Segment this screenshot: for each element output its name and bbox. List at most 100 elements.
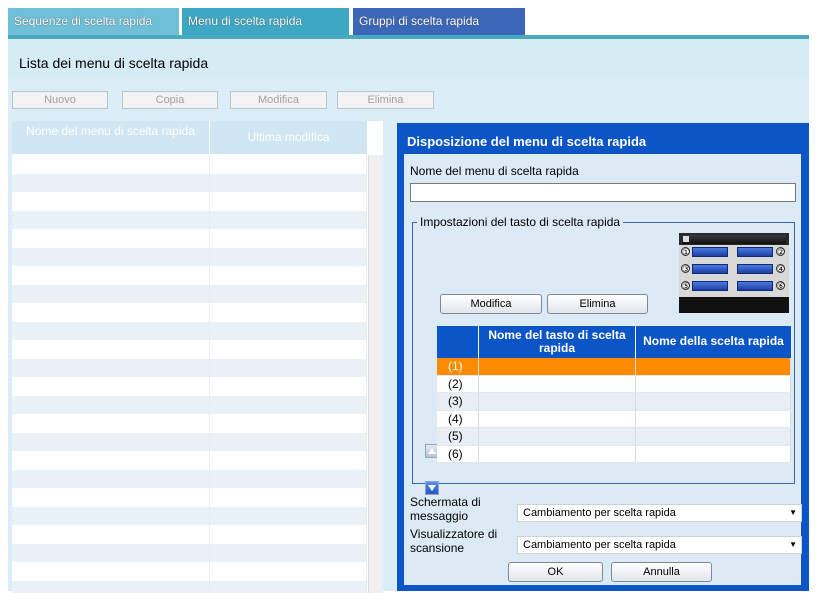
message-screen-select[interactable]: Cambiamento per scelta rapida ▼ bbox=[517, 504, 802, 522]
row-key-name bbox=[479, 428, 636, 445]
list-cell-modified bbox=[210, 229, 367, 248]
list-item[interactable] bbox=[12, 543, 367, 562]
list-cell-modified bbox=[210, 377, 367, 396]
header-spacer bbox=[368, 121, 383, 154]
list-item[interactable] bbox=[12, 469, 367, 488]
list-cell-modified bbox=[210, 210, 367, 229]
cancel-button[interactable]: Annulla bbox=[611, 562, 712, 582]
list-item[interactable] bbox=[12, 506, 367, 525]
delete-button[interactable]: Elimina bbox=[337, 91, 434, 109]
list-item[interactable] bbox=[12, 340, 367, 359]
list-cell-modified bbox=[210, 192, 367, 211]
list-item[interactable] bbox=[12, 432, 367, 451]
message-screen-value: Cambiamento per scelta rapida bbox=[523, 507, 676, 519]
list-cell-name bbox=[12, 229, 210, 248]
scan-viewer-value: Cambiamento per scelta rapida bbox=[523, 539, 676, 551]
list-cell-name bbox=[12, 525, 210, 544]
edit-button[interactable]: Modifica bbox=[230, 91, 327, 109]
menu-list: Nome del menu di scelta rapida Ultima mo… bbox=[12, 121, 383, 593]
column-header-last-modified[interactable]: Ultima modifica bbox=[210, 121, 367, 154]
column-header-shortcut-name[interactable]: Nome della scelta rapida bbox=[636, 326, 791, 358]
new-button[interactable]: Nuovo bbox=[12, 91, 108, 109]
copy-button[interactable]: Copia bbox=[122, 91, 218, 109]
key-edit-button[interactable]: Modifica bbox=[440, 294, 542, 314]
table-row[interactable]: (2) bbox=[437, 375, 791, 393]
menu-layout-dialog: Disposizione del menu di scelta rapida N… bbox=[397, 123, 809, 591]
list-item[interactable] bbox=[12, 155, 367, 174]
ok-button[interactable]: OK bbox=[508, 562, 603, 582]
preview-titlebar bbox=[682, 235, 786, 244]
list-cell-name bbox=[12, 247, 210, 266]
column-header-menu-name[interactable]: Nome del menu di scelta rapida bbox=[12, 121, 209, 154]
preview-key-4 bbox=[737, 264, 773, 274]
list-item[interactable] bbox=[12, 321, 367, 340]
list-cell-modified bbox=[210, 266, 367, 285]
preview-number-6: ⑥ bbox=[776, 281, 786, 291]
list-item[interactable] bbox=[12, 580, 367, 593]
column-header-key-name[interactable]: Nome del tasto di scelta rapida bbox=[479, 326, 636, 358]
list-item[interactable] bbox=[12, 303, 367, 322]
row-key-name bbox=[479, 445, 636, 462]
page-title: Lista dei menu di scelta rapida bbox=[8, 39, 809, 79]
row-key-name bbox=[479, 375, 636, 392]
list-cell-modified bbox=[210, 173, 367, 192]
row-number: (5) bbox=[437, 428, 479, 445]
row-number: (1) bbox=[437, 358, 479, 375]
table-row[interactable]: (3) bbox=[437, 393, 791, 411]
list-cell-name bbox=[12, 395, 210, 414]
tab-shortcut-menus[interactable]: Menu di scelta rapida bbox=[182, 8, 349, 35]
list-cell-name bbox=[12, 506, 210, 525]
key-delete-button[interactable]: Elimina bbox=[547, 294, 648, 314]
row-number: (3) bbox=[437, 393, 479, 410]
list-cell-modified bbox=[210, 414, 367, 433]
list-cell-modified bbox=[210, 321, 367, 340]
menu-name-input[interactable] bbox=[410, 183, 796, 202]
table-row[interactable]: (6) bbox=[437, 445, 791, 463]
list-item[interactable] bbox=[12, 488, 367, 507]
list-item[interactable] bbox=[12, 358, 367, 377]
row-shortcut-name bbox=[636, 375, 791, 392]
list-cell-name bbox=[12, 580, 210, 593]
table-row[interactable]: (1) bbox=[437, 358, 791, 376]
preview-footer bbox=[679, 297, 789, 313]
list-cell-name bbox=[12, 284, 210, 303]
list-item[interactable] bbox=[12, 229, 367, 248]
list-cell-modified bbox=[210, 395, 367, 414]
list-cell-name bbox=[12, 358, 210, 377]
list-scrollbar[interactable] bbox=[368, 155, 383, 593]
list-item[interactable] bbox=[12, 377, 367, 396]
table-row[interactable]: (4) bbox=[437, 410, 791, 428]
list-item[interactable] bbox=[12, 525, 367, 544]
key-table-rows: (1) (2) (3) (4) (5) (6) bbox=[437, 358, 791, 463]
list-cell-modified bbox=[210, 525, 367, 544]
list-item[interactable] bbox=[12, 451, 367, 470]
row-shortcut-name bbox=[636, 393, 791, 410]
list-cell-name bbox=[12, 432, 210, 451]
move-down-button[interactable] bbox=[425, 481, 439, 495]
scan-viewer-select[interactable]: Cambiamento per scelta rapida ▼ bbox=[517, 536, 802, 554]
list-cell-name bbox=[12, 266, 210, 285]
row-shortcut-name bbox=[636, 445, 791, 462]
table-row[interactable]: (5) bbox=[437, 428, 791, 446]
list-cell-modified bbox=[210, 340, 367, 359]
list-item[interactable] bbox=[12, 192, 367, 211]
list-cell-modified bbox=[210, 432, 367, 451]
tab-shortcut-sequences[interactable]: Sequenze di scelta rapida bbox=[8, 8, 179, 35]
list-item[interactable] bbox=[12, 266, 367, 285]
preview-number-3: ③ bbox=[681, 264, 691, 274]
list-item[interactable] bbox=[12, 284, 367, 303]
list-item[interactable] bbox=[12, 210, 367, 229]
list-item[interactable] bbox=[12, 247, 367, 266]
row-key-name bbox=[479, 393, 636, 410]
list-item[interactable] bbox=[12, 173, 367, 192]
preview-number-5: ⑤ bbox=[681, 281, 691, 291]
tab-shortcut-groups[interactable]: Gruppi di scelta rapida bbox=[353, 8, 525, 35]
list-cell-modified bbox=[210, 303, 367, 322]
list-item[interactable] bbox=[12, 562, 367, 581]
list-item[interactable] bbox=[12, 414, 367, 433]
message-screen-label: Schermata di messaggio bbox=[410, 495, 481, 523]
list-cell-modified bbox=[210, 284, 367, 303]
page-title-text: Lista dei menu di scelta rapida bbox=[19, 55, 209, 71]
list-item[interactable] bbox=[12, 395, 367, 414]
list-cell-name bbox=[12, 155, 210, 174]
